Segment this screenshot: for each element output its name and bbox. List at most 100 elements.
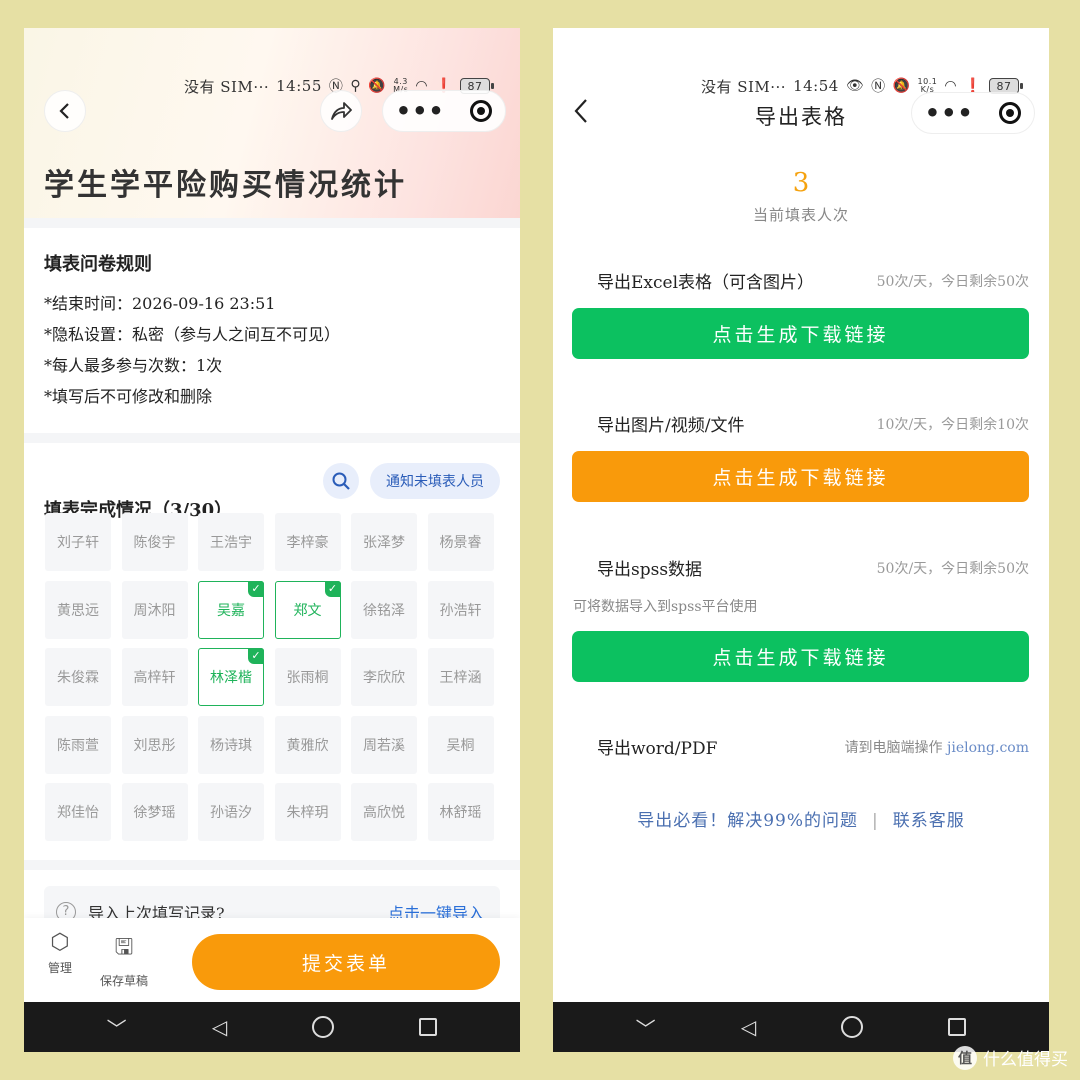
export-media-button[interactable]: 点击生成下载链接 [572,451,1029,502]
participant-name: 黄雅欣 [286,737,329,754]
nav-back-button[interactable]: ◁ [741,1015,756,1039]
nav-recents-button[interactable] [948,1018,967,1036]
back-button[interactable] [44,90,86,132]
participant-name: 高梓轩 [133,670,176,686]
participant-name: 张雨桐 [286,670,329,686]
export-spss-quota: 50次/天，今日剩余50次 [876,561,1029,577]
participant-cell[interactable]: 郑佳怡 [45,783,111,841]
right-phone-screen: 没有 SIM··· 14:54 👁 Ⓝ 🔕 10.1 K/s ◠ ❗ 87 导出表… [553,28,1049,1052]
participant-cell[interactable]: 王浩宇 [198,513,264,571]
nav-back-button[interactable]: ◁ [212,1015,227,1039]
divider [24,860,520,870]
save-draft-button[interactable]: 🖫 保存草稿 [100,930,148,989]
participant-name: 王浩宇 [210,535,252,551]
nav-hide-button[interactable]: ﹀ [107,1013,127,1042]
participant-cell[interactable]: 孙浩轩 [427,580,494,639]
participant-cell[interactable]: 朱俊霖 [45,648,111,706]
checkmark-icon: ✓ [248,648,264,664]
nav-hide-button[interactable]: ﹀ [636,1013,656,1042]
hexagon-gear-icon: ⬡ [50,930,70,955]
nfc-icon: Ⓝ [871,79,886,95]
export-spss-button[interactable]: 点击生成下载链接 [572,631,1029,682]
mute-bell-icon: 🔕 [368,78,387,94]
watermark: 值 什么值得买 [953,1045,1068,1070]
participant-cell[interactable]: 吴嘉 ✓ [198,580,264,639]
participant-cell[interactable]: 刘子轩 [45,513,111,571]
eye-icon: 👁 [845,78,865,94]
close-miniprogram-button[interactable] [999,102,1022,124]
participant-cell[interactable]: 张泽梦 [351,513,417,571]
watermark-badge: 值 [953,1045,977,1070]
participant-name: 周沐阳 [133,602,176,619]
nav-home-button[interactable] [312,1016,335,1038]
participant-name: 吴桐 [446,737,475,754]
location-icon: ⚲ [350,78,362,94]
participant-cell[interactable]: 杨景睿 [427,513,494,571]
faq-link[interactable]: 导出必看！解决99%的问题 [637,811,858,831]
export-spss-label: 导出spss数据 [597,560,703,580]
participant-cell[interactable]: 黄雅欣 [274,715,341,774]
participant-cell[interactable]: 李欣欣 [351,648,417,706]
participant-cell[interactable]: 杨诗琪 [198,715,264,774]
rule-privacy: *隐私设置：私密（参与人之间互不可见） [44,325,341,344]
divider [24,433,520,443]
participant-cell[interactable]: 刘思彤 [121,715,188,774]
export-excel-button[interactable]: 点击生成下载链接 [572,308,1029,359]
participant-cell[interactable]: 李梓豪 [274,513,341,571]
participant-name: 杨诗琪 [210,737,252,754]
participant-cell[interactable]: 张雨桐 [274,648,341,706]
participant-name: 李梓豪 [286,535,329,551]
bottom-toolbar: ⬡ 管理 🖫 保存草稿 提交表单 [24,918,520,1002]
divider [24,218,520,228]
nav-home-button[interactable] [841,1016,864,1038]
export-word-hint: 请到电脑端操作 jielong.com [844,740,1029,756]
participant-cell[interactable]: 吴桐 [427,715,494,774]
export-word-label: 导出word/PDF [597,739,718,759]
participant-cell[interactable]: 陈雨萱 [45,715,111,774]
notify-unfilled-button[interactable]: 通知未填表人员 [370,463,500,499]
participant-name: 刘子轩 [57,535,99,551]
participant-name: 陈俊宇 [133,535,176,551]
participant-name: 徐铭泽 [363,602,405,619]
participant-name: 张泽梦 [363,535,405,551]
submit-form-button[interactable]: 提交表单 [192,934,500,990]
participant-cell[interactable]: 黄思远 [45,580,111,639]
floppy-disk-icon: 🖫 [114,935,134,960]
rule-max-times: *每人最多参与次数：1次 [44,356,223,375]
participant-name: 周若溪 [363,737,405,754]
watermark-text: 什么值得买 [983,1050,1068,1070]
rules-heading: 填表问卷规则 [44,254,152,275]
nav-recents-button[interactable] [419,1018,438,1036]
participant-name: 杨景睿 [439,535,482,551]
chevron-left-icon [59,103,69,119]
participant-cell[interactable]: 郑文 ✓ [274,580,341,639]
manage-button[interactable]: ⬡ 管理 [48,930,72,976]
participant-cell[interactable]: 林泽楷 ✓ [198,648,264,706]
participant-name: 徐梦瑶 [133,805,176,821]
participant-name: 吴嘉 [217,602,245,619]
more-options-button[interactable]: ••• [396,99,445,123]
participant-cell[interactable]: 高梓轩 [121,648,188,706]
participant-cell[interactable]: 徐铭泽 [351,580,417,639]
participant-cell[interactable]: 陈俊宇 [121,513,188,571]
participant-cell[interactable]: 林舒瑶 [427,783,494,841]
share-button[interactable] [320,90,362,132]
participant-cell[interactable]: 王梓涵 [427,648,494,706]
participant-cell[interactable]: 朱梓玥 [274,783,341,841]
site-domain: jielong.com [947,740,1029,756]
checkmark-icon: ✓ [324,580,341,597]
search-button[interactable] [323,463,359,499]
participant-cell[interactable]: 徐梦瑶 [121,783,188,841]
close-miniprogram-button[interactable] [470,100,493,122]
participant-cell[interactable]: 孙语汐 [198,783,264,841]
export-spss-note: 可将数据导入到spss平台使用 [573,599,758,615]
contact-support-link[interactable]: 联系客服 [893,811,965,831]
miniprogram-capsule: ••• [382,90,506,132]
participant-name: 陈雨萱 [57,737,99,754]
more-options-button[interactable]: ••• [925,101,974,125]
clock: 14:54 [793,77,839,95]
participant-cell[interactable]: 周沐阳 [121,580,188,639]
participant-cell[interactable]: 高欣悦 [351,783,417,841]
participant-name: 王梓涵 [439,670,482,686]
participant-cell[interactable]: 周若溪 [351,715,417,774]
